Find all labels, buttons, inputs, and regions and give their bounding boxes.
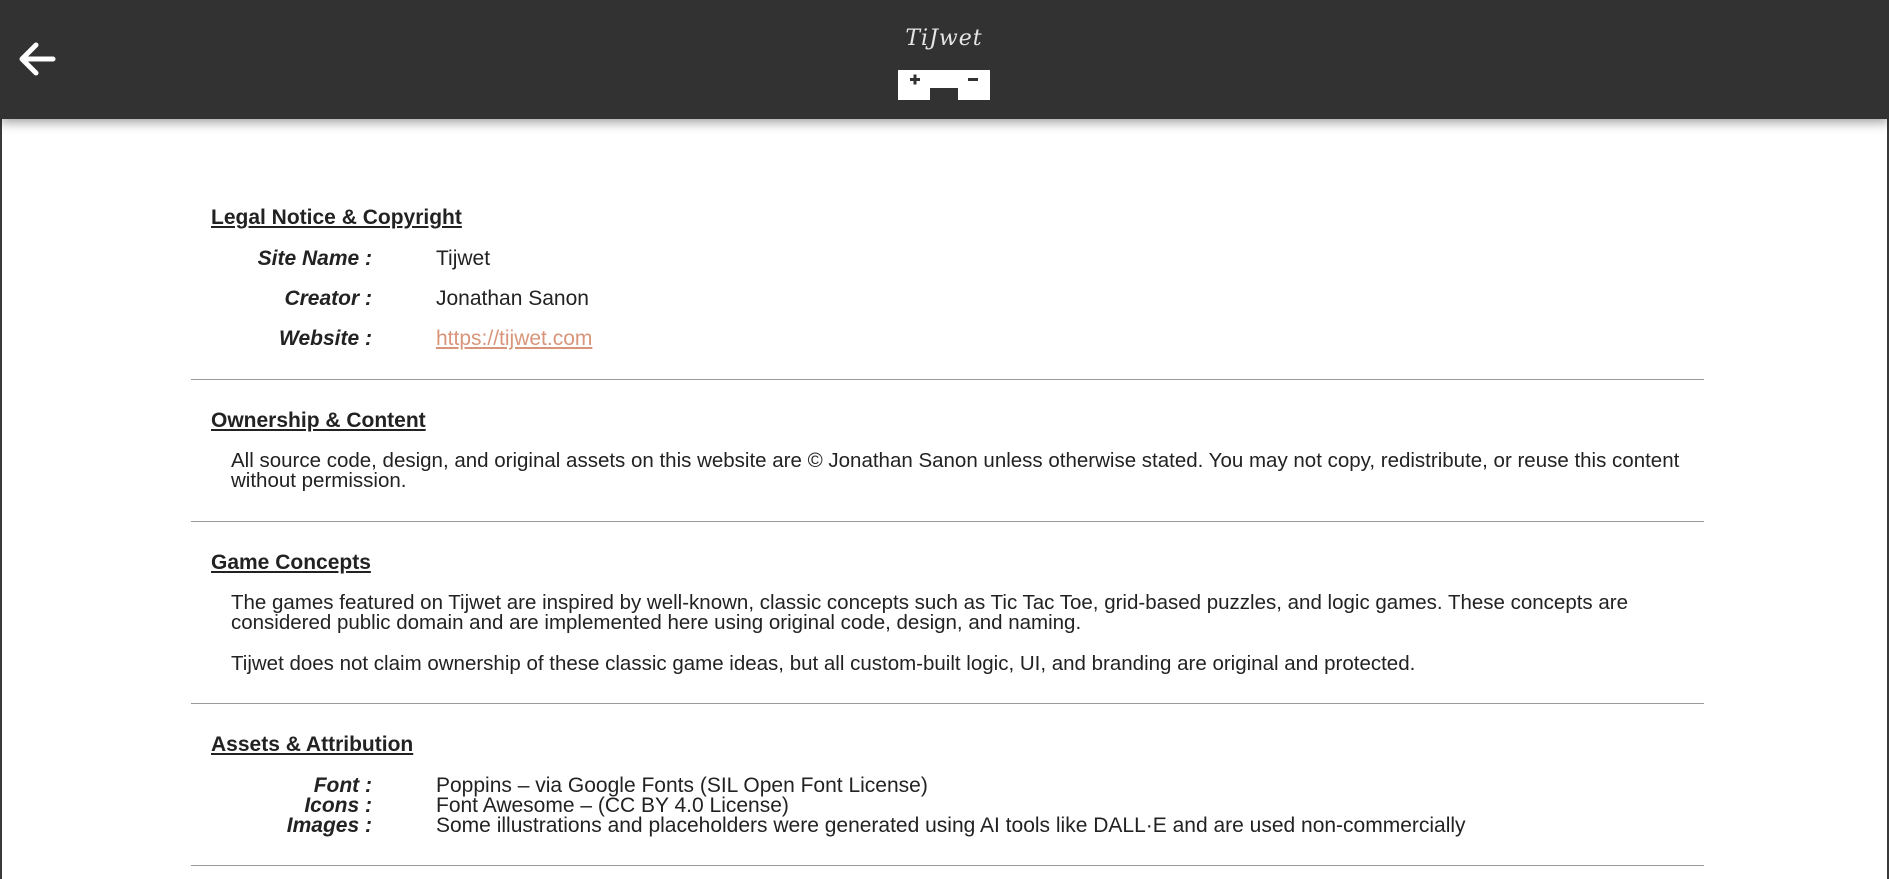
website-label: Website : (279, 327, 372, 350)
app-header: TiJwet (0, 0, 1889, 119)
section-divider (191, 521, 1704, 522)
ownership-section-title: Ownership & Content (211, 409, 426, 432)
ownership-text: All source code, design, and original as… (231, 449, 1680, 492)
game-concepts-paragraph: The games featured on Tijwet are inspire… (231, 591, 1629, 634)
back-button[interactable] (16, 38, 58, 80)
assets-section-title: Assets & Attribution (211, 733, 414, 756)
website-link[interactable]: https://tijwet.com (436, 327, 592, 351)
section-divider (191, 865, 1704, 866)
game-concepts-paragraph: Tijwet does not claim ownership of these… (231, 652, 1416, 675)
section-divider (191, 703, 1704, 704)
site-name-label: Site Name : (257, 247, 372, 270)
section-divider (191, 379, 1704, 380)
creator-value: Jonathan Sanon (436, 287, 589, 310)
logo-text: TiJwet (905, 26, 983, 51)
images-value: Some illustrations and placeholders were… (436, 814, 1466, 837)
creator-label: Creator : (284, 287, 372, 310)
game-concepts-section-title: Game Concepts (211, 551, 371, 574)
images-label: Images : (286, 814, 372, 837)
legal-section-title: Legal Notice & Copyright (211, 206, 462, 229)
site-name-value: Tijwet (436, 247, 491, 270)
site-logo[interactable]: TiJwet (896, 26, 992, 102)
arrow-left-icon (19, 42, 56, 76)
legal-content: Legal Notice & Copyright Site Name : Tij… (0, 119, 1889, 879)
gamepad-icon (898, 70, 990, 100)
